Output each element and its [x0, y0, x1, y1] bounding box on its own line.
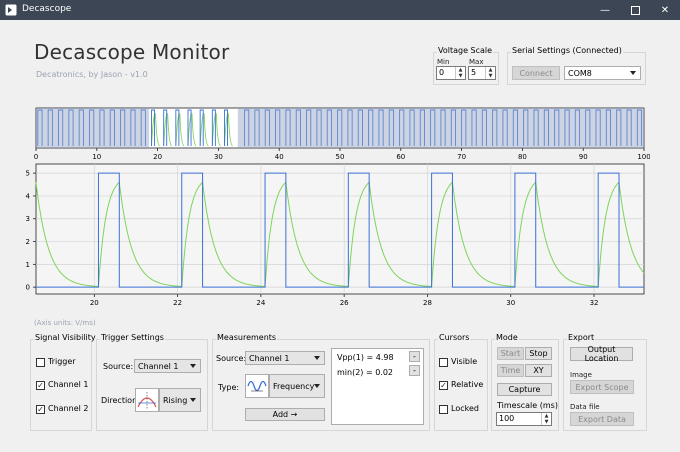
- chevron-down-icon: [190, 398, 196, 402]
- trigger-checkbox[interactable]: [36, 358, 45, 367]
- signal-visibility-label: Signal Visibility: [34, 333, 97, 342]
- overview-plot[interactable]: 0 10 20 30 40 50 60 70 80 90 100: [30, 105, 650, 161]
- max-voltage-value: 5: [471, 68, 477, 77]
- remove-measurement-button[interactable]: -: [409, 365, 420, 376]
- measurements-label: Measurements: [216, 333, 278, 342]
- capture-button[interactable]: Capture: [497, 383, 552, 396]
- title-bar: Decascope — ✕: [0, 0, 680, 20]
- voltage-scale-label: Voltage Scale: [437, 46, 494, 55]
- close-button[interactable]: ✕: [650, 0, 680, 20]
- plot-background: [35, 163, 645, 295]
- trigger-direction-value: Rising: [163, 395, 188, 405]
- rising-edge-icon: [135, 388, 159, 412]
- trigger-settings-label: Trigger Settings: [100, 333, 165, 342]
- measurement-source-label: Source:: [216, 354, 247, 363]
- frequency-icon: [245, 374, 269, 398]
- stop-button[interactable]: Stop: [525, 347, 552, 360]
- close-icon: ✕: [660, 4, 670, 16]
- mode-label: Mode: [495, 333, 519, 342]
- y-tick-label: 1: [26, 261, 30, 269]
- data-file-label: Data file: [570, 403, 600, 411]
- page-subtitle: Decatronics, by Jason - v1.0: [36, 70, 148, 79]
- minimize-icon: —: [600, 4, 610, 16]
- start-button[interactable]: Start: [497, 347, 524, 360]
- window-title: Decascope: [22, 4, 72, 14]
- measurement-type-value: Frequency: [273, 381, 315, 391]
- cursors-locked-checkbox[interactable]: [439, 405, 448, 414]
- chevron-down-icon: [314, 356, 320, 360]
- spin-arrows-icon[interactable]: ▲ ▼: [541, 413, 551, 425]
- trigger-source-value: Channel 1: [138, 361, 179, 371]
- list-item: Vpp(1) = 4.98: [337, 353, 394, 362]
- xy-mode-button[interactable]: XY: [525, 364, 552, 377]
- output-location-button[interactable]: Output Location: [570, 345, 633, 363]
- export-label: Export: [567, 333, 596, 342]
- com-port-value: COM8: [568, 68, 592, 78]
- main-plot[interactable]: 0 1 2 3 4 5 20 22 24 26 28 30 32: [22, 160, 650, 310]
- x-tick-label: 28: [423, 299, 432, 307]
- connect-button[interactable]: Connect: [512, 66, 560, 80]
- export-data-button[interactable]: Export Data: [570, 412, 634, 426]
- image-label: Image: [570, 371, 592, 379]
- cursors-visible-checkbox[interactable]: [439, 358, 448, 367]
- x-tick-label: 20: [90, 299, 99, 307]
- maximize-icon: [630, 5, 640, 15]
- overview-shade-right: [237, 108, 644, 148]
- timescale-label: Timescale (ms): [497, 401, 558, 410]
- min-voltage-value: 0: [439, 68, 445, 77]
- channel-1-label: Channel 1: [48, 380, 89, 389]
- max-voltage-spinbox[interactable]: 5 ▲ ▼: [468, 66, 496, 80]
- minimize-button[interactable]: —: [590, 0, 620, 20]
- com-port-select[interactable]: COM8: [564, 66, 641, 80]
- export-scope-button[interactable]: Export Scope: [570, 380, 634, 394]
- add-measurement-button[interactable]: Add →: [245, 408, 325, 421]
- serial-settings-label: Serial Settings (Connected): [511, 46, 623, 55]
- min-voltage-spinbox[interactable]: 0 ▲ ▼: [436, 66, 466, 80]
- trigger-source-select[interactable]: Channel 1: [134, 359, 201, 373]
- chevron-down-icon: [190, 364, 196, 368]
- page-title: Decascope Monitor: [34, 40, 230, 64]
- y-tick-label: 5: [26, 170, 30, 178]
- list-item: min(2) = 0.02: [337, 368, 394, 377]
- maximize-button[interactable]: [620, 0, 650, 20]
- x-tick-label: 26: [340, 299, 349, 307]
- axis-units-note: (Axis units: V/ms): [34, 319, 96, 327]
- max-label: Max: [469, 58, 484, 66]
- cursors-label: Cursors: [438, 333, 471, 342]
- time-mode-button[interactable]: Time: [497, 364, 524, 377]
- y-tick-label: 2: [26, 238, 30, 246]
- cursors-locked-label: Locked: [451, 404, 479, 413]
- min-label: Min: [437, 58, 450, 66]
- y-tick-label: 0: [26, 284, 30, 292]
- measurement-type-label: Type:: [218, 383, 240, 392]
- trigger-direction-select[interactable]: Rising: [159, 388, 201, 412]
- y-tick-label: 3: [26, 215, 30, 223]
- x-tick-label: 30: [506, 299, 515, 307]
- channel-1-checkbox[interactable]: ✓: [36, 381, 45, 390]
- x-tick-label: 32: [590, 299, 599, 307]
- spin-arrows-icon[interactable]: ▲ ▼: [455, 67, 465, 79]
- channel-2-checkbox[interactable]: ✓: [36, 405, 45, 414]
- chevron-down-icon: [630, 71, 636, 75]
- cursors-relative-label: Relative: [451, 380, 484, 389]
- chevron-down-icon: [314, 384, 320, 388]
- cursors-relative-checkbox[interactable]: ✓: [439, 381, 448, 390]
- y-tick-label: 4: [26, 192, 31, 200]
- trigger-visibility-label: Trigger: [48, 357, 76, 366]
- trigger-source-label: Source:: [103, 362, 134, 371]
- cursors-visible-label: Visible: [451, 357, 478, 366]
- x-tick-label: 24: [256, 299, 265, 307]
- timescale-value: 100: [499, 414, 515, 423]
- channel-2-label: Channel 2: [48, 404, 89, 413]
- measurement-source-select[interactable]: Channel 1: [245, 351, 325, 365]
- trigger-settings-group: [96, 339, 208, 431]
- timescale-spinbox[interactable]: 100 ▲ ▼: [496, 412, 552, 426]
- spin-arrows-icon[interactable]: ▲ ▼: [485, 67, 495, 79]
- remove-measurement-button[interactable]: -: [409, 351, 420, 362]
- app-icon: [5, 4, 17, 16]
- measurement-type-select[interactable]: Frequency: [269, 374, 325, 398]
- measurement-source-value: Channel 1: [249, 353, 290, 363]
- overview-shade-left: [36, 108, 150, 148]
- x-tick-label: 22: [173, 299, 182, 307]
